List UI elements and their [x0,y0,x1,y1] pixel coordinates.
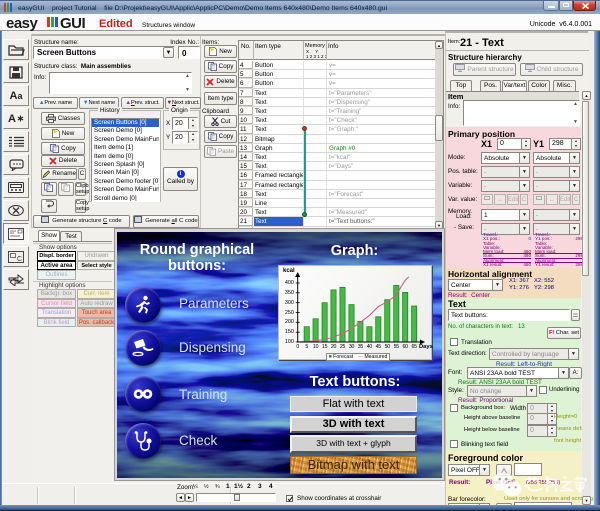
svg-text:C: C [17,256,22,263]
